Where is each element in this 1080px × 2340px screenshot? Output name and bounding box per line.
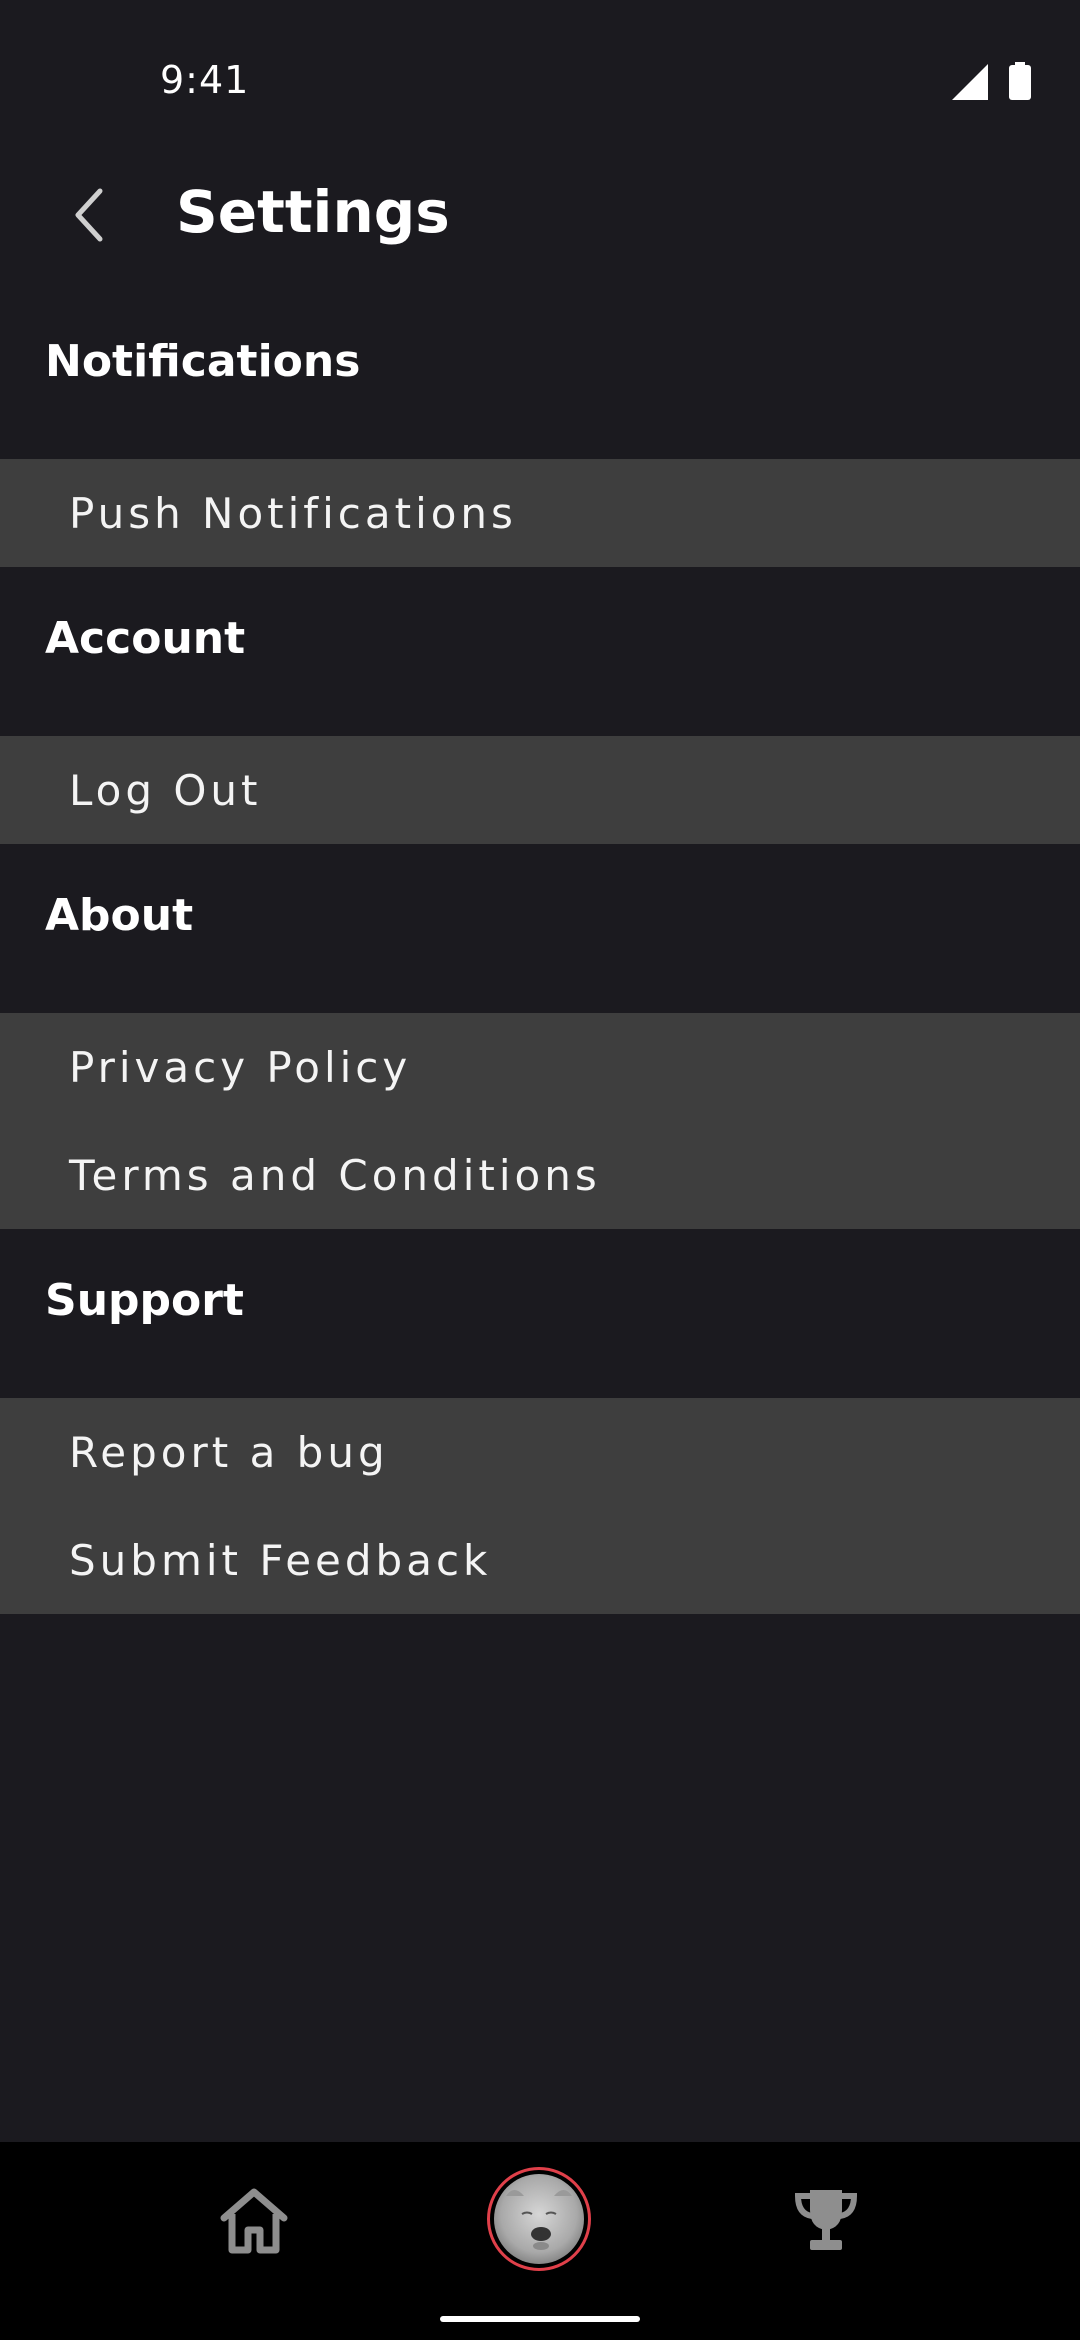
- settings-group-account: Log Out: [0, 736, 1080, 844]
- section-title-account: Account: [45, 613, 246, 664]
- home-icon: [220, 2188, 288, 2254]
- signal-icon: [952, 64, 988, 100]
- log-out-item[interactable]: Log Out: [0, 736, 1080, 844]
- chevron-left-icon: [75, 188, 103, 242]
- push-notifications-item[interactable]: Push Notifications: [0, 459, 1080, 567]
- status-icons: [952, 62, 1032, 100]
- battery-icon: [1009, 62, 1031, 100]
- bottom-nav: [0, 2142, 1080, 2340]
- status-time: 9:41: [160, 58, 250, 102]
- section-title-notifications: Notifications: [45, 336, 361, 387]
- header: Settings: [0, 160, 1080, 270]
- status-bar: 9:41: [0, 0, 1080, 160]
- privacy-policy-item[interactable]: Privacy Policy: [0, 1013, 1080, 1121]
- home-indicator: [440, 2316, 640, 2322]
- report-bug-item[interactable]: Report a bug: [0, 1398, 1080, 1506]
- submit-feedback-item[interactable]: Submit Feedback: [0, 1506, 1080, 1614]
- home-nav-button[interactable]: [218, 2184, 290, 2256]
- settings-group-notifications: Push Notifications: [0, 459, 1080, 567]
- settings-group-about: Privacy Policy Terms and Conditions: [0, 1013, 1080, 1229]
- terms-and-conditions-item[interactable]: Terms and Conditions: [0, 1121, 1080, 1229]
- trophy-icon: [794, 2190, 858, 2250]
- avatar: [494, 2174, 584, 2264]
- page-title: Settings: [176, 178, 450, 246]
- settings-group-support: Report a bug Submit Feedback: [0, 1398, 1080, 1614]
- profile-nav-button[interactable]: [487, 2167, 591, 2271]
- section-title-about: About: [45, 890, 194, 941]
- back-button[interactable]: [60, 180, 120, 250]
- trophy-nav-button[interactable]: [790, 2184, 862, 2256]
- section-title-support: Support: [45, 1275, 244, 1326]
